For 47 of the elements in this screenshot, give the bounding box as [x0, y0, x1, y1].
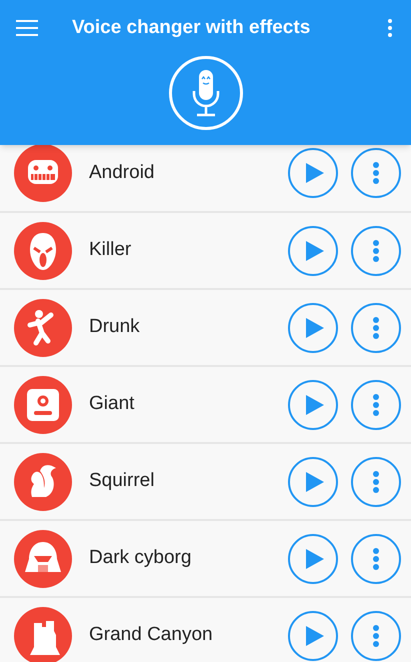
app-title: Voice changer with effects — [72, 16, 310, 40]
helmet-icon — [14, 530, 72, 588]
more-icon — [373, 470, 379, 492]
more-icon — [373, 316, 379, 338]
menu-icon[interactable] — [16, 20, 38, 36]
microphone-icon — [192, 69, 220, 117]
more-button[interactable] — [351, 456, 401, 506]
more-button[interactable] — [351, 380, 401, 430]
rock-formation-icon — [14, 606, 72, 662]
effect-row[interactable]: Android — [0, 145, 411, 213]
play-button[interactable] — [288, 226, 338, 276]
microphone-button[interactable] — [168, 56, 242, 130]
squirrel-icon — [14, 452, 72, 510]
effect-name: Giant — [89, 392, 134, 416]
dancing-figure-icon — [14, 298, 72, 356]
play-button[interactable] — [288, 610, 338, 660]
more-icon — [373, 624, 379, 646]
more-icon — [373, 394, 379, 416]
play-icon — [306, 240, 324, 260]
play-icon — [306, 626, 324, 646]
play-icon — [306, 163, 324, 183]
more-options-icon[interactable] — [387, 19, 393, 37]
play-icon — [306, 548, 324, 568]
robot-face-icon — [14, 144, 72, 202]
play-button[interactable] — [288, 456, 338, 506]
play-button[interactable] — [288, 380, 338, 430]
play-button[interactable] — [288, 148, 338, 198]
effect-name: Drunk — [89, 315, 140, 340]
effect-name: Grand Canyon — [89, 623, 213, 648]
more-button[interactable] — [351, 148, 401, 198]
play-icon — [306, 472, 324, 492]
more-icon — [373, 162, 379, 184]
more-button[interactable] — [351, 226, 401, 276]
play-button[interactable] — [288, 534, 338, 584]
play-button[interactable] — [288, 302, 338, 352]
effect-name: Killer — [89, 238, 132, 262]
more-button[interactable] — [351, 610, 401, 660]
more-icon — [373, 548, 379, 570]
more-button[interactable] — [351, 302, 401, 352]
play-icon — [306, 318, 324, 338]
more-button[interactable] — [351, 534, 401, 584]
effect-name: Android — [89, 160, 154, 185]
play-icon — [306, 394, 324, 414]
effect-name: Squirrel — [89, 469, 154, 494]
more-icon — [373, 240, 379, 262]
mask-icon — [14, 222, 72, 280]
effect-name: Dark cyborg — [89, 546, 192, 570]
